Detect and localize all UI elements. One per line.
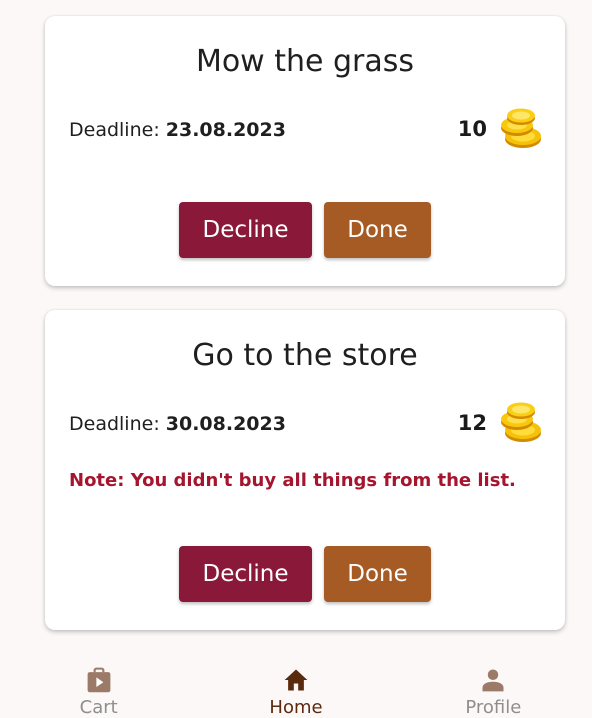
decline-button[interactable]: Decline xyxy=(179,546,312,602)
shopping-bag-icon xyxy=(87,667,111,693)
done-button[interactable]: Done xyxy=(324,546,431,602)
done-button[interactable]: Done xyxy=(324,202,431,258)
coins-icon xyxy=(501,108,541,148)
task-title: Go to the store xyxy=(192,338,418,373)
task-deadline: Deadline: 23.08.2023 xyxy=(69,119,286,141)
nav-item-cart[interactable]: Cart xyxy=(0,652,197,718)
home-icon xyxy=(284,669,308,691)
task-title: Mow the grass xyxy=(195,44,415,79)
task-card: Go to the store Deadline: 30.08.2023 12 … xyxy=(45,310,565,630)
app-screen: Mow the grass Deadline: 23.08.2023 10 De… xyxy=(0,0,592,718)
task-actions: Decline Done xyxy=(45,546,565,602)
nav-item-home[interactable]: Home xyxy=(197,652,394,718)
decline-button[interactable]: Decline xyxy=(179,202,312,258)
task-card: Mow the grass Deadline: 23.08.2023 10 De… xyxy=(45,16,565,286)
task-deadline: Deadline: 30.08.2023 xyxy=(69,413,286,435)
person-icon xyxy=(482,669,504,692)
coins-icon xyxy=(501,402,541,442)
deadline-date: 30.08.2023 xyxy=(165,413,286,435)
nav-item-profile[interactable]: Profile xyxy=(395,652,592,718)
task-actions: Decline Done xyxy=(45,202,565,258)
task-reward: 10 xyxy=(458,108,543,150)
reward-amount: 12 xyxy=(457,411,487,435)
deadline-label: Deadline: xyxy=(69,413,160,435)
task-note: Note: You didn't buy all things from the… xyxy=(69,470,516,491)
nav-label-home: Home xyxy=(269,697,323,718)
nav-label-cart: Cart xyxy=(79,697,118,718)
reward-amount: 10 xyxy=(457,117,487,141)
deadline-label: Deadline: xyxy=(69,119,160,141)
nav-label-profile: Profile xyxy=(465,697,522,718)
bottom-navigation: Cart Home Profile xyxy=(0,652,592,718)
task-reward: 12 xyxy=(458,402,543,444)
deadline-date: 23.08.2023 xyxy=(165,119,286,141)
